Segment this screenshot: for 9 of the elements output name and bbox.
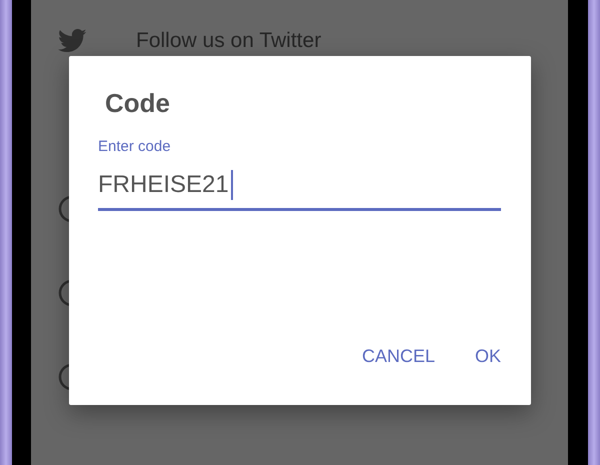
- dialog-button[interactable]: CANCEL: [352, 338, 445, 375]
- dialog-button[interactable]: OK: [464, 338, 511, 375]
- menu-item-label: Follow us on Twitter: [136, 29, 322, 53]
- field-label: Enter code: [98, 138, 172, 156]
- field-value: FRHEISE21: [98, 170, 229, 200]
- code-field[interactable]: Enter code FRHEISE21: [98, 138, 501, 211]
- bird-icon: [58, 29, 87, 53]
- dialog-title: Code: [104, 88, 171, 118]
- text-cursor: [230, 170, 233, 200]
